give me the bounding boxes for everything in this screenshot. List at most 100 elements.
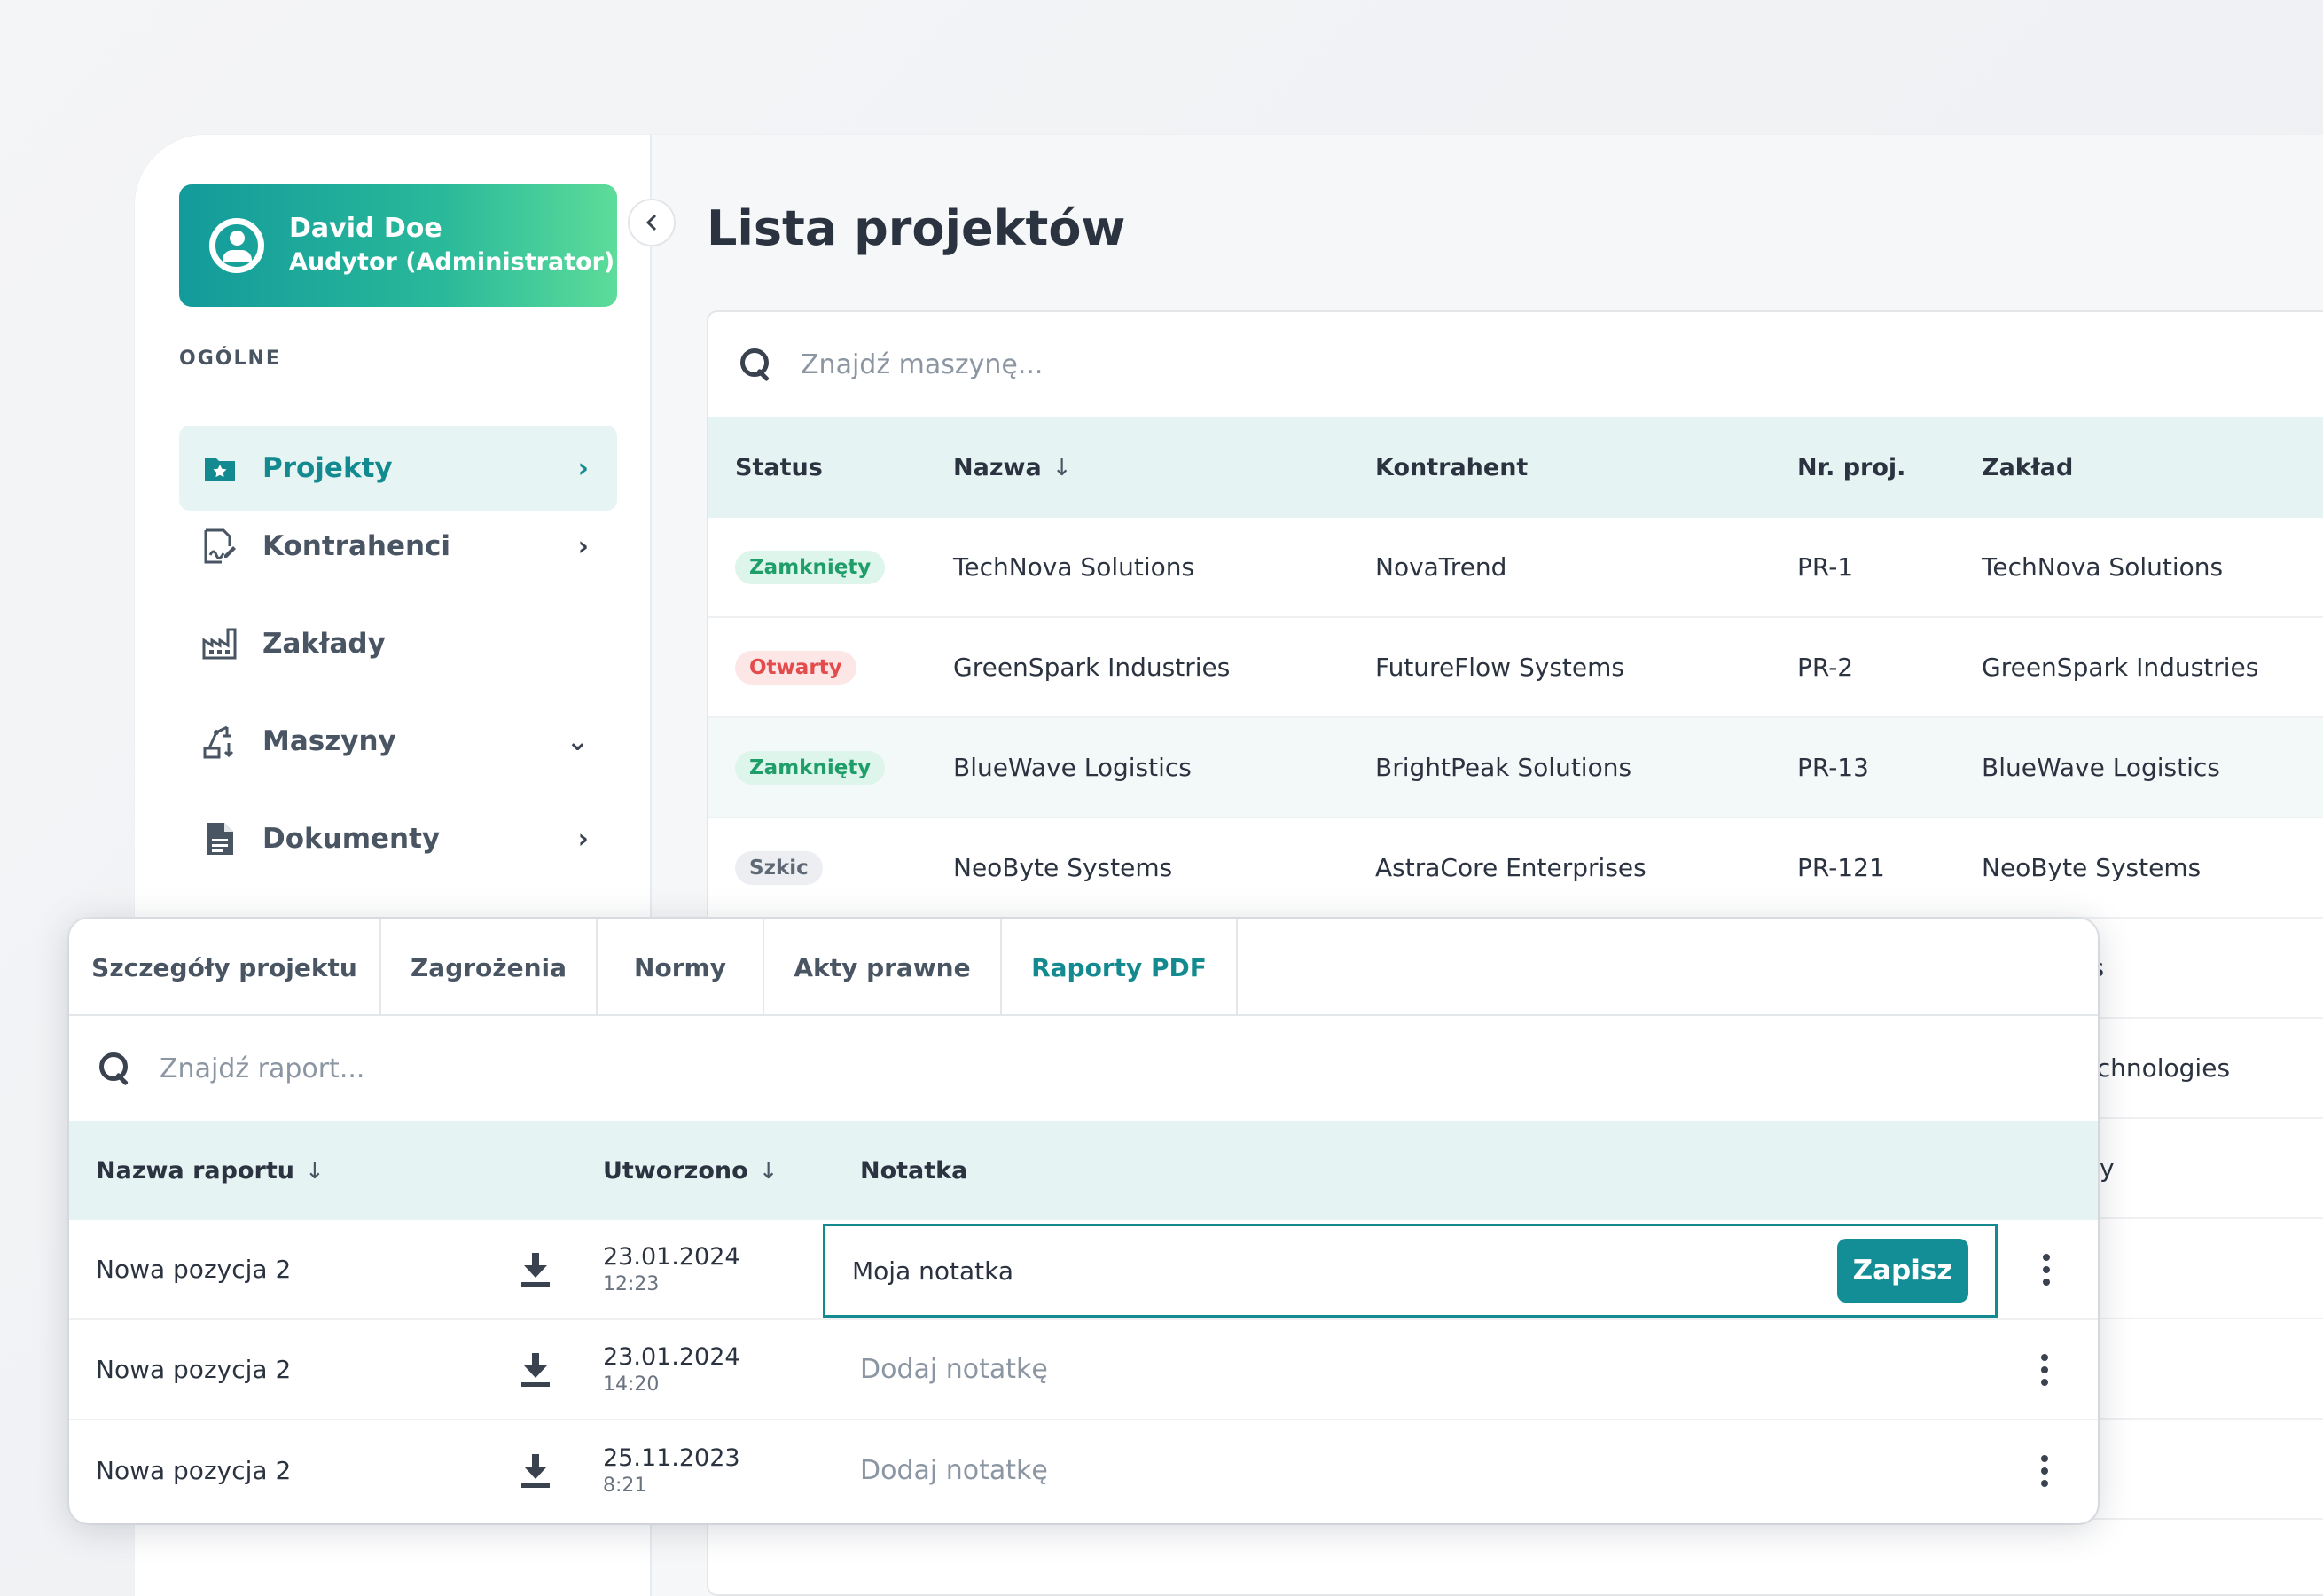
folder-star-icon — [200, 449, 239, 488]
chevron-right-icon: › — [577, 452, 589, 484]
table-row[interactable]: Otwarty GreenSpark Industries FutureFlow… — [708, 618, 2323, 718]
column-header-contractor[interactable]: Kontrahent — [1375, 454, 1797, 481]
download-icon[interactable] — [521, 1352, 550, 1387]
collapse-sidebar-button[interactable] — [628, 199, 676, 246]
note-editor: Zapisz — [823, 1224, 1998, 1318]
report-search-input[interactable] — [160, 1052, 958, 1084]
project-plant: GreenSpark Industries — [1982, 653, 2259, 682]
project-contractor: FutureFlow Systems — [1375, 653, 1624, 682]
status-badge: Otwarty — [735, 650, 856, 685]
search-icon — [739, 347, 774, 382]
report-name: Nowa pozycja 2 — [96, 1255, 292, 1284]
download-icon[interactable] — [521, 1453, 550, 1488]
sidebar-item-kontrahenci[interactable]: Kontrahenci › — [179, 504, 617, 589]
add-note-placeholder[interactable]: Dodaj notatkę — [860, 1455, 1048, 1486]
table-header: Status Nazwa ↓ Kontrahent Nr. proj. Zakła… — [708, 417, 2323, 518]
project-name: TechNova Solutions — [953, 552, 1195, 582]
projects-search — [708, 312, 2323, 417]
report-name: Nowa pozycja 2 — [96, 1355, 292, 1384]
document-icon — [200, 819, 239, 858]
more-options-icon[interactable] — [2043, 1253, 2050, 1286]
sidebar-item-maszyny[interactable]: Maszyny ⌄ — [179, 699, 617, 784]
sidebar-item-label: Maszyny — [262, 725, 396, 757]
table-row[interactable]: Szkic NeoByte Systems AstraCore Enterpri… — [708, 818, 2323, 919]
sort-down-icon[interactable]: ↓ — [759, 1158, 778, 1185]
project-number: PR-13 — [1797, 753, 1869, 782]
project-number: PR-121 — [1797, 853, 1885, 882]
project-plant: NeoByte Systems — [1982, 853, 2202, 882]
column-header-plant[interactable]: Zakład — [1982, 454, 2323, 481]
page-title: Lista projektów — [707, 200, 1126, 256]
user-avatar-icon — [209, 218, 264, 273]
note-cell[interactable]: Dodaj notatkę — [832, 1320, 2000, 1419]
sort-down-icon[interactable]: ↓ — [305, 1158, 325, 1185]
project-name: NeoByte Systems — [953, 853, 1173, 882]
user-card[interactable]: David Doe Audytor (Administrator) — [179, 184, 617, 307]
factory-icon — [200, 624, 239, 663]
project-contractor: BrightPeak Solutions — [1375, 753, 1632, 782]
chevron-right-icon: › — [577, 530, 589, 562]
column-header-name[interactable]: Nazwa ↓ — [953, 454, 1375, 481]
search-icon — [98, 1051, 133, 1086]
user-role: Audytor (Administrator) — [289, 248, 615, 276]
status-badge: Zamknięty — [735, 550, 886, 584]
more-options-icon[interactable] — [2041, 1454, 2048, 1487]
report-search — [69, 1016, 2098, 1121]
note-cell[interactable]: Dodaj notatkę — [832, 1420, 2000, 1521]
sort-down-icon[interactable]: ↓ — [1052, 455, 1072, 481]
column-header-note: Notatka — [860, 1156, 968, 1185]
sidebar-item-dokumenty[interactable]: Dokumenty › — [179, 796, 617, 881]
project-number: PR-2 — [1797, 653, 1854, 682]
note-input[interactable] — [852, 1256, 1837, 1286]
project-name: GreenSpark Industries — [953, 653, 1231, 682]
report-row[interactable]: Nowa pozycja 2 25.11.2023 8:21 Dodaj not… — [69, 1420, 2098, 1521]
table-row[interactable]: Zamknięty TechNova Solutions NovaTrend P… — [708, 518, 2323, 618]
chevron-left-icon — [645, 214, 657, 231]
report-created: 25.11.2023 8:21 — [603, 1443, 832, 1498]
tab-raporty-pdf[interactable]: Raporty PDF — [1002, 919, 1238, 1016]
sidebar-item-label: Dokumenty — [262, 823, 441, 855]
reports-table-header: Nazwa raportu ↓ Utworzono ↓ Notatka — [69, 1121, 2098, 1220]
report-date: 23.01.2024 — [603, 1242, 740, 1271]
column-header-status[interactable]: Status — [708, 454, 953, 481]
report-created: 23.01.2024 12:23 — [603, 1242, 832, 1297]
user-name: David Doe — [289, 213, 442, 244]
project-plant: BlueWave Logistics — [1982, 753, 2220, 782]
report-time: 14:20 — [603, 1373, 660, 1396]
column-header-nr[interactable]: Nr. proj. — [1797, 454, 1982, 481]
contract-icon — [200, 527, 239, 566]
sidebar-section-label: OGÓLNE — [179, 348, 281, 370]
tab-akty-prawne[interactable]: Akty prawne — [764, 919, 1002, 1016]
column-header-report-name[interactable]: Nazwa raportu ↓ — [69, 1157, 603, 1185]
tab-szczegoly-projektu[interactable]: Szczegóły projektu — [69, 919, 381, 1016]
report-row[interactable]: Nowa pozycja 2 23.01.2024 14:20 Dodaj no… — [69, 1320, 2098, 1420]
status-badge: Szkic — [735, 850, 823, 885]
tab-normy[interactable]: Normy — [598, 919, 764, 1016]
machine-search-input[interactable] — [801, 348, 1599, 380]
project-contractor: AstraCore Enterprises — [1375, 853, 1646, 882]
details-tabs: Szczegóły projektu Zagrożenia Normy Akty… — [69, 919, 2098, 1016]
column-header-created[interactable]: Utworzono ↓ — [603, 1157, 832, 1185]
sidebar-item-zaklady[interactable]: Zakłady — [179, 601, 617, 686]
report-time: 8:21 — [603, 1474, 647, 1497]
column-header-label: Nazwa raportu — [96, 1156, 294, 1185]
sidebar-item-projekty[interactable]: Projekty › — [179, 426, 617, 511]
report-created: 23.01.2024 14:20 — [603, 1342, 832, 1397]
download-icon[interactable] — [521, 1252, 550, 1287]
column-header-label: Utworzono — [603, 1156, 748, 1185]
sidebar-item-label: Kontrahenci — [262, 530, 451, 562]
table-row[interactable]: Zamknięty BlueWave Logistics BrightPeak … — [708, 718, 2323, 818]
project-number: PR-1 — [1797, 552, 1854, 582]
report-row[interactable]: Nowa pozycja 2 23.01.2024 12:23 Zapisz — [69, 1220, 2098, 1320]
report-date: 25.11.2023 — [603, 1443, 740, 1472]
machine-icon — [200, 722, 239, 761]
project-name: BlueWave Logistics — [953, 753, 1192, 782]
report-time: 12:23 — [603, 1272, 660, 1295]
tab-zagrozenia[interactable]: Zagrożenia — [381, 919, 598, 1016]
save-button[interactable]: Zapisz — [1837, 1239, 1968, 1303]
add-note-placeholder[interactable]: Dodaj notatkę — [860, 1354, 1048, 1385]
sidebar-item-label: Zakłady — [262, 628, 386, 660]
more-options-icon[interactable] — [2041, 1353, 2048, 1386]
sidebar-item-label: Projekty — [262, 452, 393, 484]
project-details-card: Szczegóły projektu Zagrożenia Normy Akty… — [69, 919, 2098, 1523]
